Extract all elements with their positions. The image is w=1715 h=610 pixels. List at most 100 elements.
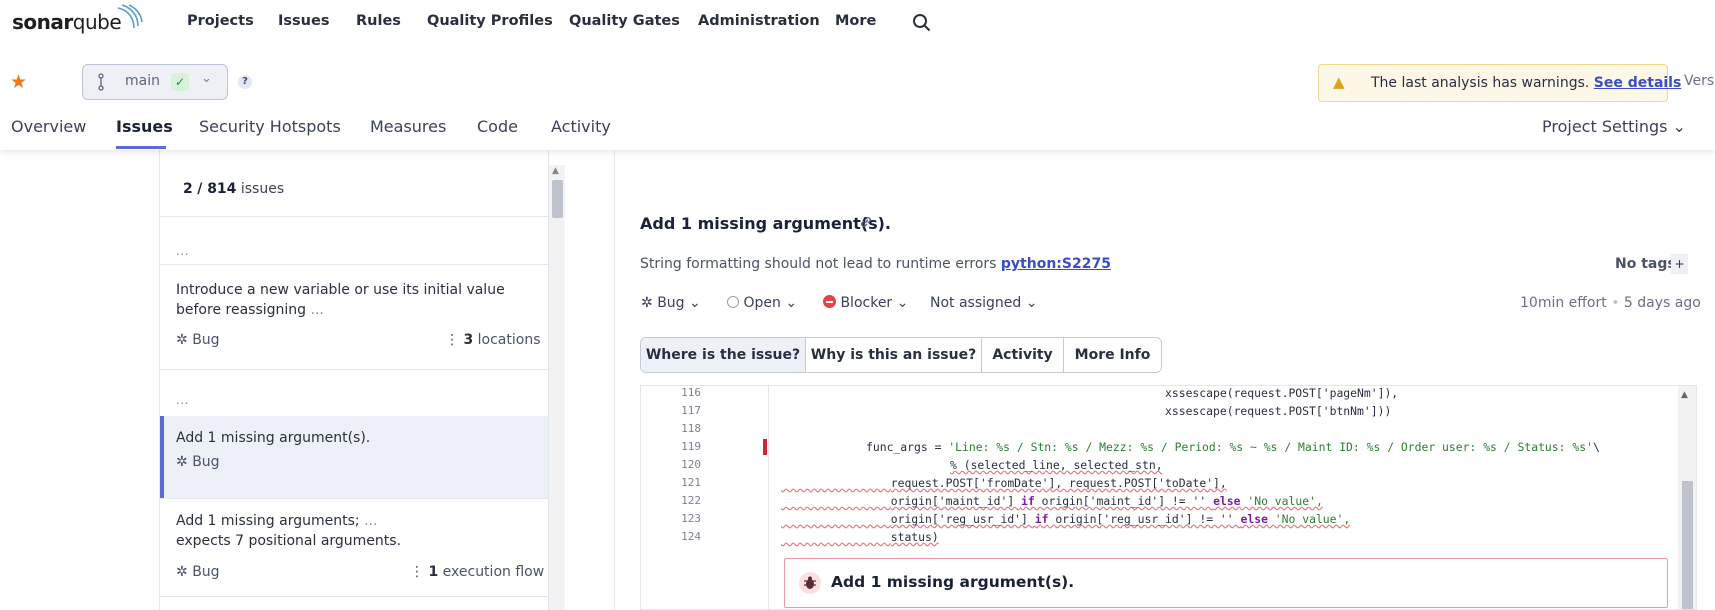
gutter-divider — [768, 386, 769, 609]
issues-list-scrollbar[interactable] — [549, 165, 565, 610]
favorite-star-icon[interactable]: ★ — [10, 71, 27, 93]
code-token: origin['maint_id'] != '' — [1034, 494, 1214, 508]
chevron-down-icon: ⌄ — [689, 295, 701, 311]
code-token: % (selected_line, selected_stn, — [950, 458, 1163, 472]
see-details-link[interactable]: See details — [1594, 75, 1682, 91]
nav-more[interactable]: More — [835, 13, 876, 29]
search-icon[interactable] — [912, 13, 932, 33]
tab-code[interactable]: Code — [477, 117, 518, 136]
analysis-warning-banner: ▲ The last analysis has warnings. See de… — [1318, 64, 1681, 102]
assignee-dropdown[interactable]: Not assigned ⌄ — [930, 295, 1037, 311]
code-scroll-thumb[interactable] — [1682, 481, 1693, 609]
sonarqube-logo[interactable]: sonarqube — [12, 4, 143, 34]
divider — [160, 216, 548, 217]
code-string: 'No value', — [1267, 512, 1351, 526]
divider — [160, 498, 548, 499]
effort-and-age: 10min effort • 5 days ago — [1520, 295, 1701, 311]
project-settings-label: Project Settings — [1542, 117, 1668, 136]
inline-issue-box[interactable]: Add 1 missing argument(s). — [784, 558, 1668, 608]
tab-activity[interactable]: Activity — [551, 117, 611, 136]
chevron-down-icon: ⌄ — [1025, 295, 1038, 311]
issues-list-scroll-thumb[interactable] — [552, 180, 563, 218]
tab-issues[interactable]: Issues — [116, 117, 173, 136]
code-line: request.POST['fromDate'], request.POST['… — [781, 476, 1227, 490]
issue-severity-dropdown[interactable]: Blocker ⌄ — [823, 295, 908, 311]
issue-severity-label: Blocker — [840, 295, 893, 311]
tab-activity[interactable]: Activity — [982, 338, 1064, 372]
code-token: func_args = — [866, 440, 949, 454]
add-tag-button[interactable]: + — [1671, 254, 1688, 274]
rule-description-text: String formatting should not lead to run… — [640, 256, 997, 272]
code-keyword: if — [1021, 494, 1035, 508]
scroll-up-arrow-icon[interactable]: ▲ — [1681, 390, 1688, 400]
chevron-down-icon: ⌄ — [785, 295, 798, 311]
list-item-type-label: Bug — [192, 454, 220, 470]
more-vertical-icon: ⋮ — [445, 332, 459, 348]
branch-selector[interactable]: main ✓ ⌄ — [82, 64, 228, 100]
nav-issues[interactable]: Issues — [278, 13, 329, 29]
more-vertical-icon: ⋮ — [410, 564, 424, 580]
issues-count-total: / 814 — [197, 181, 237, 197]
code-line: origin['reg_usr_id'] if origin['reg_usr_… — [781, 512, 1351, 526]
line-number: 124 — [681, 530, 701, 543]
tags-label: No tags — [1615, 256, 1676, 272]
age-label: 5 days ago — [1623, 295, 1701, 311]
code-token: origin['reg_usr_id'] != '' — [1048, 512, 1241, 526]
code-token: status) — [890, 530, 939, 544]
code-line: xssescape(request.POST['btnNm'])) — [1165, 404, 1392, 418]
line-number: 119 — [681, 440, 701, 453]
execution-flow-link[interactable]: ⋮ 1 execution flow — [410, 564, 544, 580]
status-circle-icon — [727, 296, 739, 308]
logo-text-bold: sonar — [12, 10, 73, 34]
issue-type-label: Bug — [657, 295, 685, 311]
tab-measures[interactable]: Measures — [370, 117, 446, 136]
nav-quality-gates[interactable]: Quality Gates — [569, 13, 680, 29]
code-keyword: else — [1240, 512, 1268, 526]
warning-icon: ▲ — [1333, 73, 1345, 91]
code-string: 'No value', — [1240, 494, 1323, 508]
list-item-title-text: Add 1 missing arguments; — [176, 513, 360, 529]
issue-type-dropdown[interactable]: ✲ Bug ⌄ — [641, 295, 701, 311]
warning-text: The last analysis has warnings. — [1371, 75, 1590, 91]
permalink-icon[interactable] — [858, 214, 874, 230]
chevron-down-icon: ⌄ — [1672, 117, 1686, 136]
nav-projects[interactable]: Projects — [187, 13, 254, 29]
blocker-icon — [823, 295, 836, 308]
execution-flow-label: execution flow — [442, 564, 545, 580]
locations-count: 3 — [463, 332, 474, 348]
divider — [160, 264, 548, 265]
bug-icon: ✲ — [176, 454, 188, 470]
issue-line-marker[interactable] — [763, 439, 767, 455]
tab-why-is-this-an-issue[interactable]: Why is this an issue? — [806, 338, 982, 372]
logo-waves-icon — [117, 4, 143, 29]
nav-quality-profiles[interactable]: Quality Profiles — [427, 13, 553, 29]
chevron-down-icon: ⌄ — [201, 71, 212, 86]
code-line: % (selected_line, selected_stn, — [950, 458, 1163, 472]
list-item-type: ✲ Bug — [176, 564, 220, 580]
line-number: 116 — [681, 386, 701, 399]
list-item-type: ✲ Bug — [176, 454, 220, 470]
file-path-faded: ... — [176, 244, 189, 258]
code-token: origin['maint_id'] — [890, 494, 1022, 508]
file-path-faded: ... — [176, 393, 189, 407]
tab-where-is-the-issue[interactable]: Where is the issue? — [641, 338, 806, 372]
code-keyword: if — [1034, 512, 1049, 526]
code-line: origin['maint_id'] if origin['maint_id']… — [781, 494, 1323, 508]
issue-detail-tabs: Where is the issue? Why is this an issue… — [640, 337, 1162, 373]
code-line: func_args = 'Line: %s / Stn: %s / Mezz: … — [866, 440, 1600, 454]
code-line: xssescape(request.POST['pageNm']), — [1165, 386, 1399, 400]
rule-key-link[interactable]: python:S2275 — [1001, 256, 1111, 272]
tab-overview[interactable]: Overview — [11, 117, 86, 136]
issue-status-dropdown[interactable]: Open ⌄ — [727, 295, 797, 311]
help-icon[interactable]: ? — [238, 75, 252, 89]
tab-more-info[interactable]: More Info — [1064, 338, 1161, 372]
nav-administration[interactable]: Administration — [698, 13, 820, 29]
list-item-title-faded: ... — [364, 513, 378, 529]
locations-link[interactable]: ⋮ 3 locations — [445, 332, 541, 348]
nav-rules[interactable]: Rules — [356, 13, 401, 29]
version-label: Versi — [1684, 73, 1715, 89]
rule-description: String formatting should not lead to run… — [640, 256, 1111, 272]
scroll-up-arrow-icon[interactable]: ▲ — [552, 166, 559, 176]
tab-security-hotspots[interactable]: Security Hotspots — [199, 117, 341, 136]
project-settings-menu[interactable]: Project Settings ⌄ — [1542, 117, 1686, 136]
